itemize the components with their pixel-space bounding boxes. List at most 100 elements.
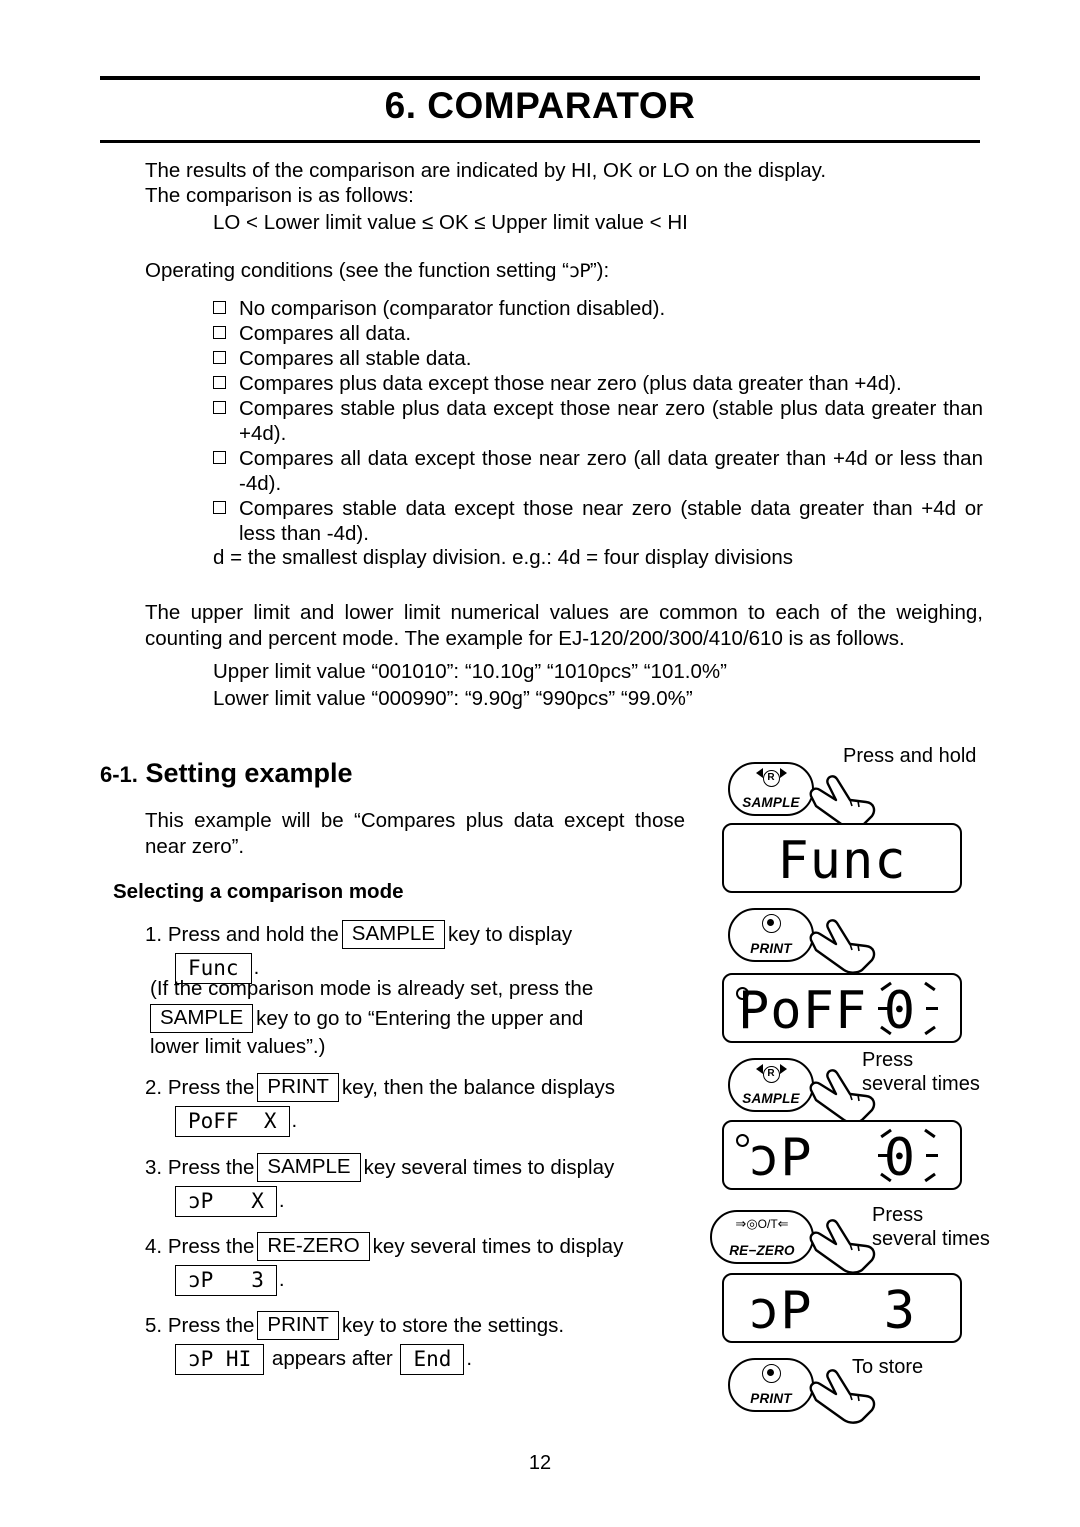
print-circle-icon bbox=[730, 914, 812, 937]
step-4-tail: . bbox=[278, 1268, 285, 1291]
display-cp-x: ɔP X bbox=[175, 1186, 277, 1217]
op-cond-segment: ɔP bbox=[568, 260, 591, 282]
subsection-heading: Selecting a comparison mode bbox=[113, 880, 404, 903]
note-press-several-times-1: Press several times bbox=[862, 1048, 980, 1096]
step-3-tail: . bbox=[278, 1189, 285, 1212]
note-press-several-times-2: Press several times bbox=[872, 1203, 990, 1251]
step-5-post: key to store the settings. bbox=[341, 1314, 565, 1337]
sample-key-illustration-2[interactable]: R SAMPLE bbox=[728, 1058, 814, 1112]
intro-line-3: LO < Lower limit value ≤ OK ≤ Upper limi… bbox=[213, 211, 688, 234]
list-item-label: Compares all data except those near zero… bbox=[239, 447, 983, 495]
section-title: Setting example bbox=[145, 758, 353, 788]
step-1-note: (If the comparison mode is already set, … bbox=[150, 975, 695, 1060]
lower-limit-value: Lower limit value “000990”: “9.90g” “990… bbox=[213, 687, 693, 710]
section-number: 6-1. bbox=[100, 762, 138, 787]
step-2-post: key, then the balance displays bbox=[341, 1076, 616, 1099]
checkbox-icon bbox=[213, 346, 239, 371]
note-line-3: lower limit values”.) bbox=[150, 1035, 326, 1058]
step-2-pre: Press the bbox=[167, 1076, 255, 1099]
section-heading: 6-1. Setting example bbox=[100, 758, 353, 789]
division-note: d = the smallest display division. e.g.:… bbox=[213, 546, 793, 569]
step-1-post: key to display bbox=[447, 923, 573, 946]
note-press-and-hold: Press and hold bbox=[843, 745, 977, 767]
key-print-5[interactable]: PRINT bbox=[257, 1311, 339, 1340]
page-number: 12 bbox=[528, 1452, 552, 1474]
step-4: 4. Press the RE-ZERO key several times to … bbox=[145, 1232, 725, 1296]
title-rule-top bbox=[100, 76, 980, 80]
rezero-ot-icon: ⇒◎O/T⇐ bbox=[735, 1216, 789, 1231]
list-item-label: Compares stable plus data except those n… bbox=[239, 397, 983, 445]
section-example-text: This example will be “Compares plus data… bbox=[145, 809, 685, 858]
rezero-r-icon: R bbox=[730, 768, 812, 787]
op-cond-post: ”): bbox=[589, 259, 610, 282]
title-rule-bottom bbox=[100, 140, 980, 143]
step-2-tail: . bbox=[291, 1109, 298, 1132]
flash-lines-icon-1 bbox=[878, 981, 938, 1039]
rezero-key-illustration[interactable]: ⇒◎O/T⇐ RE−ZERO bbox=[710, 1210, 814, 1264]
checkbox-icon bbox=[213, 496, 239, 546]
step-2: 2. Press the PRINT key, then the balance d… bbox=[145, 1073, 725, 1137]
key-sample[interactable]: SAMPLE bbox=[341, 920, 445, 949]
checkbox-icon bbox=[213, 296, 239, 321]
note-press-2-line1: Press bbox=[872, 1204, 924, 1226]
limits-paragraph: The upper limit and lower limit numerica… bbox=[145, 601, 983, 650]
note-press-2-line2: several times bbox=[872, 1228, 990, 1250]
sample-key-label-1: SAMPLE bbox=[742, 795, 800, 810]
lcd-poff-value: PoFF bbox=[738, 981, 868, 1041]
step-3: 3. Press the SAMPLE key several times to d… bbox=[145, 1153, 725, 1217]
step-2-number: 2. bbox=[145, 1076, 163, 1099]
step-5-number: 5. bbox=[145, 1314, 163, 1337]
lcd-cp3-value: ɔP bbox=[748, 1281, 813, 1341]
sample-key-illustration-1[interactable]: R SAMPLE bbox=[728, 762, 814, 816]
key-sample-3[interactable]: SAMPLE bbox=[257, 1153, 361, 1182]
checkbox-icon bbox=[213, 371, 239, 396]
comparator-mode-list: No comparison (comparator function disab… bbox=[213, 296, 983, 546]
limit-values: Upper limit value “001010”: “10.10g” “10… bbox=[213, 658, 993, 712]
step-3-pre: Press the bbox=[167, 1156, 255, 1179]
sample-key-label-2: SAMPLE bbox=[742, 1091, 800, 1106]
operating-conditions-line: Operating conditions (see the function s… bbox=[145, 258, 975, 284]
rezero-key-label: RE−ZERO bbox=[729, 1243, 795, 1258]
step-4-number: 4. bbox=[145, 1235, 163, 1258]
display-end: End bbox=[400, 1344, 465, 1375]
key-rezero[interactable]: RE-ZERO bbox=[257, 1232, 370, 1261]
lcd-display-poff: PoFF 0 bbox=[722, 973, 962, 1043]
key-print[interactable]: PRINT bbox=[257, 1073, 339, 1102]
hand-pointer-icon-2 bbox=[806, 912, 880, 979]
step-5-tail: . bbox=[466, 1347, 473, 1370]
note-line-1: (If the comparison mode is already set, … bbox=[150, 977, 594, 1000]
list-item-label: Compares all data. bbox=[239, 322, 412, 345]
list-item: Compares all data. bbox=[213, 321, 983, 346]
step-3-number: 3. bbox=[145, 1156, 163, 1179]
upper-limit-value: Upper limit value “001010”: “10.10g” “10… bbox=[213, 660, 727, 683]
list-item-label: Compares all stable data. bbox=[239, 347, 472, 370]
print-key-illustration-1[interactable]: PRINT bbox=[728, 908, 814, 962]
list-item: No comparison (comparator function disab… bbox=[213, 296, 983, 321]
note-line-2: key to go to “Entering the upper and bbox=[256, 1007, 584, 1030]
lcd-display-cp0: ɔP 0 bbox=[722, 1120, 962, 1190]
display-poff-x: PoFF X bbox=[175, 1106, 290, 1137]
print-key-illustration-2[interactable]: PRINT bbox=[728, 1358, 814, 1412]
key-sample-note[interactable]: SAMPLE bbox=[150, 1004, 254, 1033]
document-page: 6. COMPARATOR The results of the compari… bbox=[0, 0, 1080, 1527]
list-item-label: Compares plus data except those near zer… bbox=[239, 372, 902, 395]
intro-line-2: The comparison is as follows: bbox=[145, 184, 414, 207]
step-3-post: key several times to display bbox=[363, 1156, 615, 1179]
intro-line-1: The results of the comparison are indica… bbox=[145, 159, 827, 182]
lcd-cp3-setting: 3 bbox=[883, 1281, 916, 1341]
list-item-label: No comparison (comparator function disab… bbox=[239, 297, 666, 320]
note-press-1-line2: several times bbox=[862, 1073, 980, 1095]
step-5-pre: Press the bbox=[167, 1314, 255, 1337]
checkbox-icon bbox=[213, 321, 239, 346]
note-to-store: To store bbox=[852, 1356, 924, 1378]
lcd-cp-value: ɔP bbox=[748, 1128, 813, 1188]
note-press-1-line1: Press bbox=[862, 1049, 914, 1071]
display-cp-hi: ɔP HI bbox=[175, 1344, 265, 1375]
list-item-label: Compares stable data except those near z… bbox=[239, 497, 983, 545]
checkbox-icon bbox=[213, 396, 239, 446]
lcd-display-func: Func bbox=[722, 823, 962, 893]
flash-lines-icon-2 bbox=[878, 1128, 938, 1186]
list-item: Compares all data except those near zero… bbox=[213, 446, 983, 496]
step-4-post: key several times to display bbox=[372, 1235, 624, 1258]
op-cond-pre: Operating conditions (see the function s… bbox=[145, 259, 569, 282]
